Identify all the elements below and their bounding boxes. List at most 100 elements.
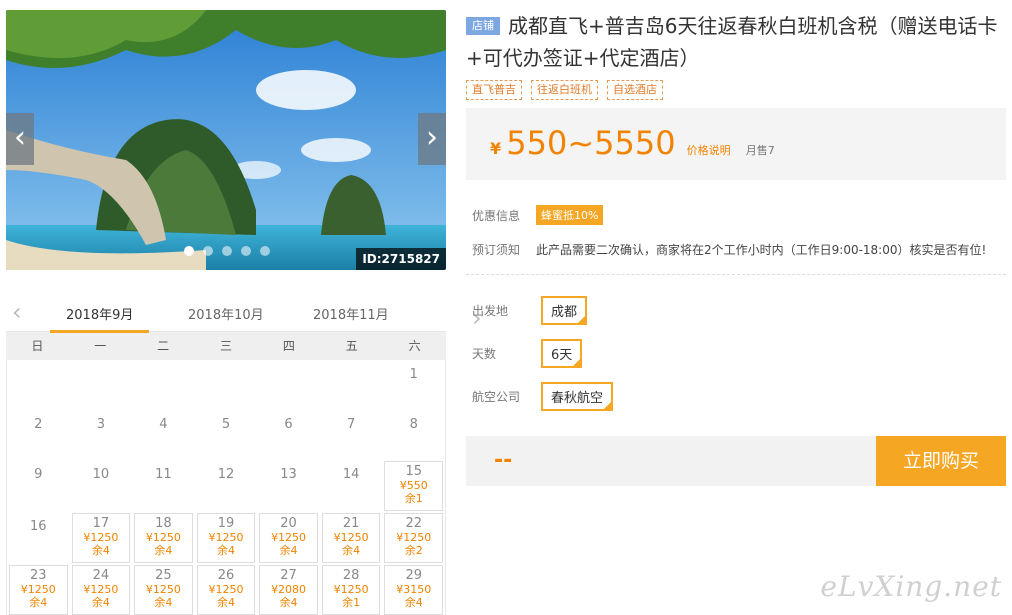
day-remaining: 余1 [342,596,361,609]
calendar-day: 13 [257,460,320,510]
day-price: ¥1250 [20,583,56,596]
calendar-day[interactable]: 23 ¥1250 余4 [9,565,68,615]
day-number: 14 [342,467,360,482]
day-number: 18 [155,516,172,531]
departure-calendar: ‹ 2018年9月 2018年10月 2018年11月 › 日 一 二 三 四 … [6,294,482,615]
calendar-day[interactable]: 25 ¥1250 余4 [134,565,193,615]
day-number: 19 [217,516,235,531]
day-number: 6 [284,417,293,432]
buy-now-button[interactable]: 立即购买 [876,436,1006,486]
day-number: 13 [280,467,297,482]
watermark: eLvXing.net [820,570,1002,603]
calendar-day[interactable]: 24 ¥1250 余4 [71,565,131,615]
calendar-day[interactable]: 22 ¥1250 余2 [384,513,443,563]
calendar-prev-icon[interactable]: ‹ [12,298,22,326]
day-price: ¥1250 [208,531,244,544]
calendar-day: 3 [70,410,133,460]
price-note-link[interactable]: 价格说明 [687,144,731,157]
day-price: ¥1250 [145,583,181,596]
departure-option[interactable]: 成都 [541,296,588,325]
gallery-next-icon[interactable]: › [418,113,446,165]
departure-label: 出发地 [472,304,509,318]
calendar-day[interactable]: 21 ¥1250 余4 [321,513,381,563]
calendar-day: 10 [70,460,133,510]
departure-row: 出发地 成都 [466,289,1006,332]
day-remaining: 余4 [279,544,298,557]
day-number: 28 [342,568,360,583]
calendar-day[interactable]: 29 ¥3150 余4 [384,565,443,615]
price-range: 550~5550 [506,124,676,162]
day-price: ¥1250 [208,583,244,596]
days-option[interactable]: 6天 [541,339,583,368]
airline-row: 航空公司 春秋航空 [466,375,1006,418]
promo-row: 优惠信息 蜂蜜抵10% [466,198,1006,232]
product-info-panel: 店铺 成都直飞+普吉岛6天往返春秋白班机含税（赠送电话卡+可代办签证+代定酒店） … [466,10,1006,486]
day-remaining: 余4 [404,596,423,609]
day-price: ¥1250 [145,531,181,544]
calendar-day: 8 [382,410,445,460]
gallery-dot[interactable] [203,246,213,256]
day-remaining: 余4 [279,596,298,609]
airline-option[interactable]: 春秋航空 [541,382,614,411]
promo-badge: 蜂蜜抵10% [536,205,604,225]
month-tab[interactable]: 2018年9月 [49,304,150,333]
gallery-dot[interactable] [184,246,194,256]
promo-label: 优惠信息 [472,208,521,223]
month-tab[interactable]: 2018年11月 [313,304,389,323]
day-number: 24 [92,568,110,583]
info-section: 优惠信息 蜂蜜抵10% 预订须知 此产品需要二次确认，商家将在2个工作小时内（工… [466,198,1006,275]
calendar-day[interactable]: 18 ¥1250 余4 [134,513,193,563]
day-remaining: 余4 [91,544,110,557]
total-price: -- [494,448,513,473]
calendar-header: ‹ 2018年9月 2018年10月 2018年11月 › [6,294,482,333]
weekday-label: 二 [157,339,170,353]
gallery-dot[interactable] [260,246,270,256]
product-tag: 直飞普吉 [466,80,522,100]
calendar-day[interactable]: 27 ¥2080 余4 [259,565,318,615]
day-remaining: 余4 [154,544,173,557]
calendar-day[interactable]: 28 ¥1250 余1 [321,565,381,615]
day-number: 2 [34,417,43,432]
calendar-day[interactable]: 15 ¥550 余1 [384,461,443,511]
gallery-prev-icon[interactable]: ‹ [6,113,34,165]
calendar-day: 1 [382,360,445,410]
month-tab[interactable]: 2018年10月 [188,304,264,323]
day-number: 16 [30,519,47,534]
day-number: 20 [280,516,297,531]
day-number: 8 [409,417,418,432]
day-number: 10 [92,467,110,482]
day-number: 1 [409,367,418,382]
image-id-badge: ID:2715827 [356,248,446,270]
calendar-day: 9 [7,460,70,510]
product-title: 成都直飞+普吉岛6天往返春秋白班机含税（赠送电话卡+可代办签证+代定酒店） [466,14,998,70]
day-number: 5 [221,417,231,432]
notice-row: 预订须知 此产品需要二次确认，商家将在2个工作小时内（工作日9:00-18:00… [466,232,1006,266]
shop-badge[interactable]: 店铺 [466,17,500,35]
calendar-day: 5 [195,410,258,460]
gallery-dot[interactable] [222,246,232,256]
calendar-day: 14 [320,460,383,510]
calendar-empty-cell [320,360,383,410]
calendar-day[interactable]: 26 ¥1250 余4 [196,565,256,615]
weekday-label: 六 [408,339,421,353]
calendar-day: 6 [257,410,320,460]
weekday-label: 日 [31,339,44,353]
day-number: 29 [405,568,422,583]
day-number: 9 [34,467,43,482]
calendar-day[interactable]: 20 ¥1250 余4 [259,513,318,563]
day-remaining: 余4 [342,544,361,557]
calendar-day: 16 [7,512,70,562]
day-price: ¥3150 [396,583,432,596]
product-title-row: 店铺 成都直飞+普吉岛6天往返春秋白班机含税（赠送电话卡+可代办签证+代定酒店） [466,10,1006,74]
day-remaining: 余4 [216,596,235,609]
monthly-sold: 月售7 [745,144,775,157]
calendar-day[interactable]: 17 ¥1250 余4 [71,513,131,563]
product-tag: 往返白班机 [531,80,598,100]
calendar-day[interactable]: 19 ¥1250 余4 [196,513,256,563]
days-label: 天数 [472,347,497,361]
gallery-dot[interactable] [241,246,251,256]
product-gallery[interactable]: ‹ › ID:2715827 [6,10,446,270]
day-remaining: 余1 [404,492,423,505]
day-number: 12 [217,467,235,482]
weekday-label: 三 [220,339,233,353]
